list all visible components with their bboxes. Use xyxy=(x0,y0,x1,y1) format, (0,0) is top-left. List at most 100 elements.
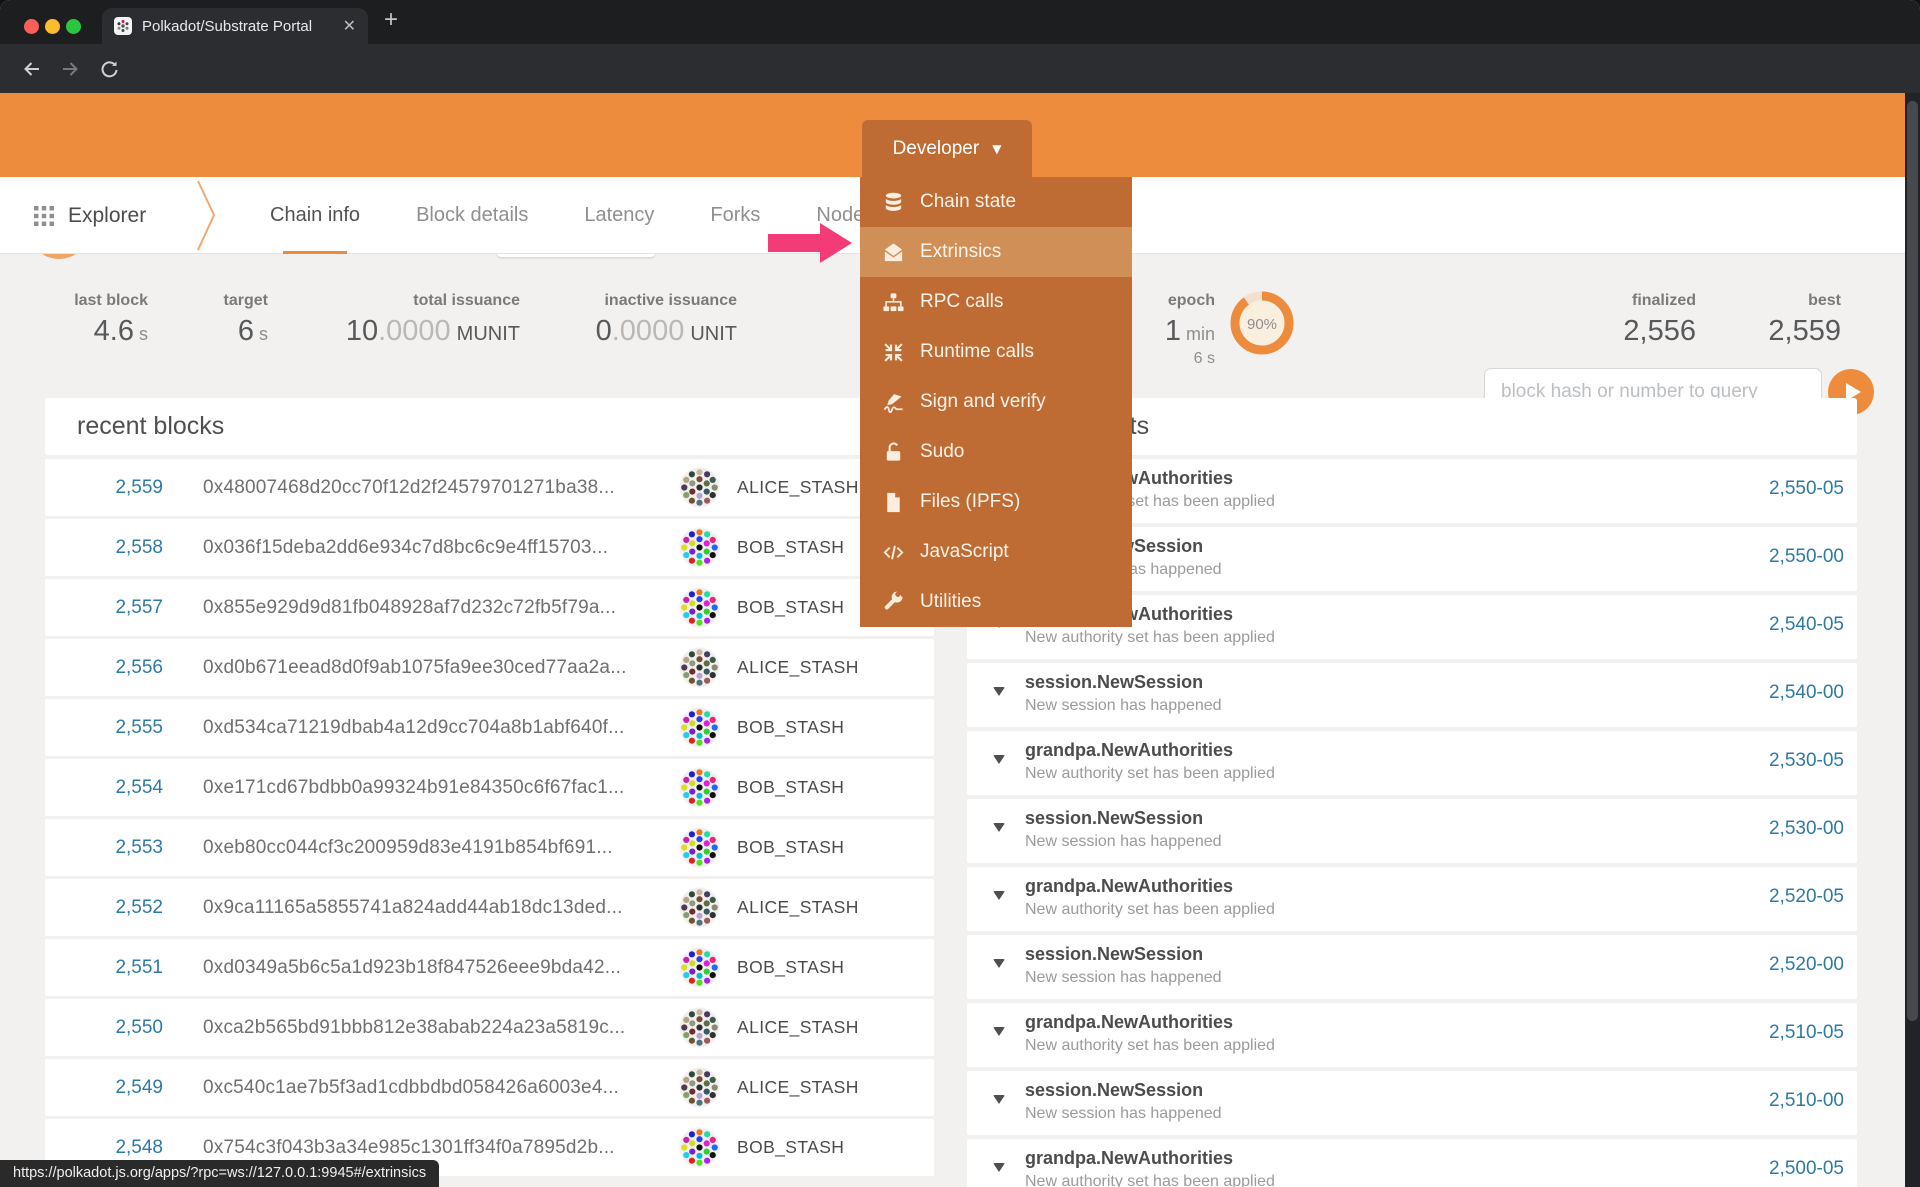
author-identicon[interactable] xyxy=(679,947,720,988)
tab-block-details[interactable]: Block details xyxy=(416,177,528,254)
block-number-link[interactable]: 2,559 xyxy=(45,477,163,499)
block-author: ALICE_STASH xyxy=(737,657,859,678)
event-id-link[interactable]: 2,500-05 xyxy=(1769,1158,1844,1180)
menu-item-sudo[interactable]: Sudo xyxy=(860,427,1132,477)
annotation-arrow-icon xyxy=(768,223,852,263)
chevron-down-icon[interactable] xyxy=(993,755,1005,764)
menu-item-extrinsics[interactable]: Extrinsics xyxy=(860,227,1132,277)
block-number-link[interactable]: 2,558 xyxy=(45,537,163,559)
event-name: grandpa.NewAuthorities xyxy=(1025,1148,1233,1169)
chevron-down-icon[interactable] xyxy=(993,687,1005,696)
block-number-link[interactable]: 2,551 xyxy=(45,957,163,979)
stat-total-issuance: total issuance 10.0000MUNIT xyxy=(340,292,520,348)
menu-item-utilities[interactable]: Utilities xyxy=(860,577,1132,627)
author-identicon[interactable] xyxy=(679,587,720,628)
author-identicon[interactable] xyxy=(679,827,720,868)
minimize-window-button[interactable] xyxy=(45,19,60,34)
block-number-link[interactable]: 2,549 xyxy=(45,1077,163,1099)
menu-item-label: Files (IPFS) xyxy=(920,491,1020,513)
block-row: 2,558 0x036f15deba2dd6e934c7d8bc6c9e4ff15… xyxy=(45,519,934,576)
block-number-link[interactable]: 2,556 xyxy=(45,657,163,679)
back-icon[interactable] xyxy=(20,57,44,81)
block-author: ALICE_STASH xyxy=(737,1077,859,1098)
author-identicon[interactable] xyxy=(679,887,720,928)
block-hash: 0xe171cd67bdbb0a99324b91e84350c6f67fac1.… xyxy=(203,777,625,799)
block-number-link[interactable]: 2,548 xyxy=(45,1137,163,1159)
menu-item-label: Chain state xyxy=(920,191,1016,213)
block-row: 2,5570x855e929d9d81fb048928af7d232c72fb5… xyxy=(45,579,934,636)
event-id-link[interactable]: 2,540-05 xyxy=(1769,614,1844,636)
stat-target: target 6s xyxy=(160,292,268,348)
event-row: grandpa.NewAuthoritiesNew authority set … xyxy=(967,867,1857,931)
menu-item-label: Runtime calls xyxy=(920,341,1034,363)
nav-developer[interactable]: Developer▼ xyxy=(862,120,1032,177)
tab-close-icon[interactable]: ✕ xyxy=(343,16,356,36)
chevron-down-icon[interactable] xyxy=(993,1163,1005,1172)
chevron-down-icon[interactable] xyxy=(993,823,1005,832)
event-row: session.NewSessionNew session has happen… xyxy=(967,663,1857,727)
author-identicon[interactable] xyxy=(679,1127,720,1168)
event-id-link[interactable]: 2,520-00 xyxy=(1769,954,1844,976)
tab-latency[interactable]: Latency xyxy=(584,177,654,254)
tab-forks[interactable]: Forks xyxy=(710,177,760,254)
menu-item-sign-and-verify[interactable]: Sign and verify xyxy=(860,377,1132,427)
event-row: session.NewSessionNew session has happen… xyxy=(967,1071,1857,1135)
event-name: session.NewSession xyxy=(1025,944,1203,965)
event-id-link[interactable]: 2,510-00 xyxy=(1769,1090,1844,1112)
block-number-link[interactable]: 2,554 xyxy=(45,777,163,799)
chevron-down-icon[interactable] xyxy=(993,891,1005,900)
event-id-link[interactable]: 2,540-00 xyxy=(1769,682,1844,704)
event-name: grandpa.NewAuthorities xyxy=(1025,1012,1233,1033)
block-number-link[interactable]: 2,553 xyxy=(45,837,163,859)
author-identicon[interactable] xyxy=(679,467,720,508)
block-hash: 0x036f15deba2dd6e934c7d8bc6c9e4ff15703..… xyxy=(203,537,608,559)
block-row: 2,5590x48007468d20cc70f12d2f24579701271b… xyxy=(45,459,934,516)
author-identicon[interactable] xyxy=(679,527,720,568)
epoch-percent-label: 90% xyxy=(1247,316,1277,333)
author-identicon[interactable] xyxy=(679,1067,720,1108)
scrollbar-thumb[interactable] xyxy=(1907,101,1918,1021)
author-identicon[interactable] xyxy=(679,707,720,748)
author-identicon[interactable] xyxy=(679,767,720,808)
event-id-link[interactable]: 2,510-05 xyxy=(1769,1022,1844,1044)
event-name: grandpa.NewAuthorities xyxy=(1025,876,1233,897)
section-title: Explorer xyxy=(68,204,146,228)
menu-item-runtime-calls[interactable]: Runtime calls xyxy=(860,327,1132,377)
section-divider-chevron xyxy=(196,177,218,254)
browser-tab[interactable]: Polkadot/Substrate Portal ✕ xyxy=(102,8,368,44)
compress-icon xyxy=(882,341,905,364)
event-id-link[interactable]: 2,520-05 xyxy=(1769,886,1844,908)
event-id-link[interactable]: 2,550-00 xyxy=(1769,546,1844,568)
browser-tab-bar: Polkadot/Substrate Portal ✕ + xyxy=(0,0,1920,44)
menu-item-rpc-calls[interactable]: RPC calls xyxy=(860,277,1132,327)
new-tab-button[interactable]: + xyxy=(384,6,398,34)
block-number-link[interactable]: 2,550 xyxy=(45,1017,163,1039)
block-row: 2,5560xd0b671eead8d0f9ab1075fa9ee30ced77… xyxy=(45,639,934,696)
stat-inactive-issuance: inactive issuance 0.0000UNIT xyxy=(557,292,737,348)
close-window-button[interactable] xyxy=(24,19,39,34)
page-scrollbar[interactable] xyxy=(1905,93,1920,1187)
menu-item-files-ipfs[interactable]: Files (IPFS) xyxy=(860,477,1132,527)
event-id-link[interactable]: 2,530-00 xyxy=(1769,818,1844,840)
block-number-link[interactable]: 2,555 xyxy=(45,717,163,739)
block-author: BOB_STASH xyxy=(737,597,844,618)
maximize-window-button[interactable] xyxy=(66,19,81,34)
author-identicon[interactable] xyxy=(679,647,720,688)
event-description: New authority set has been applied xyxy=(1025,765,1275,783)
menu-item-javascript[interactable]: JavaScript xyxy=(860,527,1132,577)
menu-item-chain-state[interactable]: Chain state xyxy=(860,177,1132,227)
block-number-link[interactable]: 2,552 xyxy=(45,897,163,919)
chevron-down-icon[interactable] xyxy=(993,1095,1005,1104)
block-row: 2,5520x9ca11165a5855741a824add44ab18dc13… xyxy=(45,879,934,936)
reload-icon[interactable] xyxy=(97,57,121,81)
event-id-link[interactable]: 2,550-05 xyxy=(1769,478,1844,500)
chevron-down-icon[interactable] xyxy=(993,1027,1005,1036)
block-author: ALICE_STASH xyxy=(737,477,859,498)
event-id-link[interactable]: 2,530-05 xyxy=(1769,750,1844,772)
chevron-down-icon[interactable] xyxy=(993,959,1005,968)
block-number-link[interactable]: 2,557 xyxy=(45,597,163,619)
tab-chain-info[interactable]: Chain info xyxy=(270,177,360,254)
forward-icon[interactable] xyxy=(58,57,82,81)
block-author: BOB_STASH xyxy=(737,537,844,558)
author-identicon[interactable] xyxy=(679,1007,720,1048)
